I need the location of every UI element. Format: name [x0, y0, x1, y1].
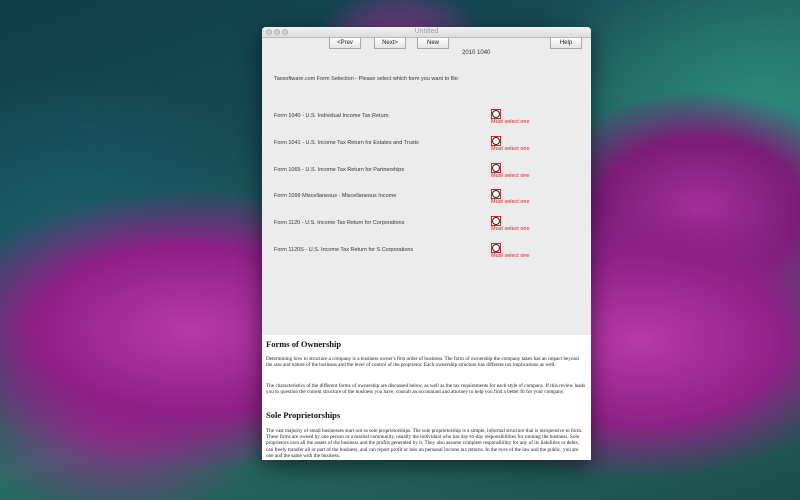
new-button[interactable]: New	[417, 38, 449, 49]
radio-circle-icon	[492, 190, 500, 198]
error-1099: Must select one	[491, 199, 530, 205]
help-button[interactable]: Help	[550, 38, 582, 49]
error-1041: Must select one	[491, 146, 530, 152]
option-label-1099: Form 1099 Miscellaneous - Miscellaneous …	[274, 193, 397, 199]
option-label-1041: Form 1041 - U.S. Income Tax Return for E…	[274, 140, 419, 146]
radio-circle-icon	[492, 137, 500, 145]
radio-1065[interactable]	[491, 163, 501, 173]
option-label-1065: Form 1065 - U.S. Income Tax Return for P…	[274, 167, 405, 173]
help-document[interactable]: Forms of Ownership Determining how to st…	[262, 335, 591, 460]
option-label-1040: Form 1040 - U.S. Individual Income Tax R…	[274, 113, 389, 119]
error-1065: Must select one	[491, 173, 530, 179]
heading-sole-proprietorships: Sole Proprietorships	[266, 410, 341, 420]
paragraph-ownership-characteristics: The characteristics of the different for…	[266, 383, 586, 396]
error-1040: Must select one	[491, 119, 530, 125]
form-selection-panel: <Prev Next> New Help 2010 1040 Taxsoftwa…	[262, 38, 591, 335]
option-label-1120s: Form 1120S - U.S. Income Tax Return for …	[274, 247, 414, 253]
heading-forms-of-ownership: Forms of Ownership	[266, 339, 342, 349]
option-label-1120: Form 1120 - U.S. Income Tax Return for C…	[274, 220, 405, 226]
error-1120s: Must select one	[491, 253, 530, 259]
radio-1041[interactable]	[491, 136, 501, 146]
radio-circle-icon	[492, 244, 500, 252]
form-prompt: Taxsoftware.com Form Selection - Please …	[274, 76, 460, 82]
radio-circle-icon	[492, 110, 500, 118]
prev-button[interactable]: <Prev	[329, 38, 361, 49]
next-button[interactable]: Next>	[374, 38, 406, 49]
radio-circle-icon	[492, 164, 500, 172]
radio-circle-icon	[492, 217, 500, 225]
radio-1120[interactable]	[491, 216, 501, 226]
paragraph-sole-proprietorships: The vast majority of small businesses st…	[266, 428, 583, 459]
paragraph-ownership-intro: Determining how to structure a company i…	[266, 356, 579, 369]
form-year-label: 2010 1040	[462, 50, 491, 56]
radio-1040[interactable]	[491, 109, 501, 119]
error-1120: Must select one	[491, 226, 530, 232]
radio-1120s[interactable]	[491, 243, 501, 253]
app-window: Untitled <Prev Next> New Help 2010 1040 …	[262, 27, 591, 460]
title-bar[interactable]: Untitled	[262, 27, 591, 38]
window-title: Untitled	[414, 28, 439, 35]
radio-1099[interactable]	[491, 189, 501, 199]
